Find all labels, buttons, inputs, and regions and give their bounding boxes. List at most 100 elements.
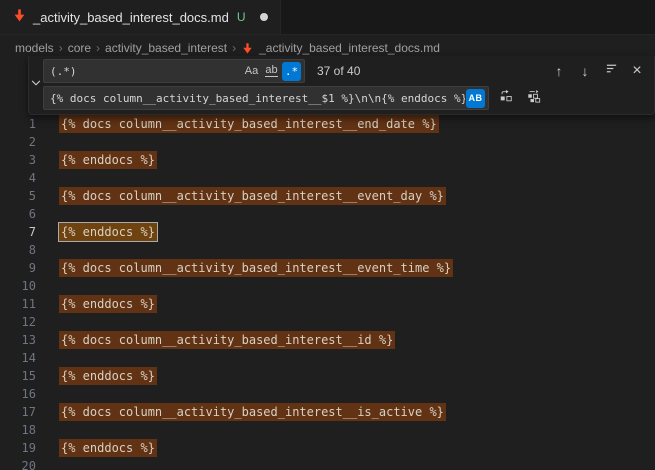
line-text[interactable]: {% docs column__activity_based_interest_…	[59, 333, 395, 347]
replace-row: {% docs column__activity_based_interest_…	[43, 86, 648, 110]
close-icon: ×	[632, 63, 641, 79]
replace-button[interactable]	[495, 87, 517, 109]
editor-line[interactable]: 16	[0, 385, 655, 403]
search-match: {% enddocs %}	[59, 439, 157, 457]
unsaved-changes-dot[interactable]	[260, 13, 268, 21]
arrow-down-icon: ↓	[582, 64, 589, 78]
line-number: 1	[0, 117, 36, 131]
editor-line[interactable]: 13 {% docs column__activity_based_interes…	[0, 331, 655, 349]
replace-value: {% docs column__activity_based_interest_…	[50, 92, 465, 105]
line-number: 16	[0, 387, 36, 401]
editor-line[interactable]: 19 {% enddocs %}	[0, 439, 655, 457]
search-match: {% enddocs %}	[59, 151, 157, 169]
line-number: 8	[0, 243, 36, 257]
line-text[interactable]: {% docs column__activity_based_interest_…	[59, 261, 453, 275]
search-match: {% docs column__activity_based_interest_…	[59, 187, 446, 205]
breadcrumb-item-core[interactable]: core	[68, 41, 91, 55]
line-number: 18	[0, 423, 36, 437]
search-match: {% docs column__activity_based_interest_…	[59, 331, 395, 349]
line-number: 3	[0, 153, 36, 167]
editor-line[interactable]: 3 {% enddocs %}	[0, 151, 655, 169]
line-number: 14	[0, 351, 36, 365]
search-match: {% enddocs %}	[59, 367, 157, 385]
find-results-count: 37 of 40	[317, 64, 360, 78]
line-text[interactable]: {% enddocs %}	[59, 153, 157, 167]
editor-tab[interactable]: _activity_based_interest_docs.md U	[0, 0, 281, 34]
dbt-file-icon	[241, 42, 254, 55]
filter-lines-icon	[605, 62, 618, 80]
line-number: 20	[0, 459, 36, 470]
editor-lines[interactable]: 1 {% docs column__activity_based_interest…	[0, 115, 655, 470]
find-input[interactable]: (.*) Aa ab .*	[43, 59, 305, 83]
line-number: 12	[0, 315, 36, 329]
breadcrumb-item-models[interactable]: models	[15, 41, 54, 55]
line-number: 2	[0, 135, 36, 149]
line-number: 11	[0, 297, 36, 311]
toggle-replace-button[interactable]	[29, 59, 43, 110]
tab-bar: _activity_based_interest_docs.md U	[0, 0, 655, 35]
line-number: 9	[0, 261, 36, 275]
regex-toggle[interactable]: .*	[282, 62, 301, 81]
editor-line[interactable]: 8	[0, 241, 655, 259]
line-number: 4	[0, 171, 36, 185]
search-match: {% docs column__activity_based_interest_…	[59, 403, 446, 421]
line-number: 7	[0, 225, 36, 239]
breadcrumb-separator-icon: ›	[96, 41, 100, 55]
line-text[interactable]: {% docs column__activity_based_interest_…	[59, 117, 439, 131]
editor-line[interactable]: 5 {% docs column__activity_based_interest…	[0, 187, 655, 205]
editor-line[interactable]: 7 {% enddocs %}	[0, 223, 655, 241]
search-match: {% docs column__activity_based_interest_…	[59, 259, 453, 277]
breadcrumb-separator-icon: ›	[232, 41, 236, 55]
editor-line[interactable]: 6	[0, 205, 655, 223]
editor-line[interactable]: 2	[0, 133, 655, 151]
editor-line[interactable]: 20	[0, 457, 655, 470]
editor-line[interactable]: 4	[0, 169, 655, 187]
search-match: {% docs column__activity_based_interest_…	[59, 115, 439, 133]
line-text[interactable]: {% enddocs %}	[59, 369, 157, 383]
find-in-selection-button[interactable]	[600, 60, 622, 82]
line-text[interactable]: {% docs column__activity_based_interest_…	[59, 405, 446, 419]
line-number: 13	[0, 333, 36, 347]
editor-line[interactable]: 9 {% docs column__activity_based_interest…	[0, 259, 655, 277]
line-text[interactable]: {% enddocs %}	[59, 297, 157, 311]
line-number: 6	[0, 207, 36, 221]
line-number: 5	[0, 189, 36, 203]
editor-line[interactable]: 17 {% docs column__activity_based_interes…	[0, 403, 655, 421]
find-row: (.*) Aa ab .* 37 of 40 ↑ ↓ ×	[43, 59, 648, 83]
editor-line[interactable]: 11 {% enddocs %}	[0, 295, 655, 313]
editor-line[interactable]: 14	[0, 349, 655, 367]
preserve-case-toggle[interactable]: AB	[466, 89, 485, 108]
line-number: 17	[0, 405, 36, 419]
find-query: (.*)	[50, 65, 241, 78]
close-find-button[interactable]: ×	[626, 60, 648, 82]
breadcrumb-item-file[interactable]: _activity_based_interest_docs.md	[259, 41, 440, 55]
search-match: {% enddocs %}	[59, 295, 157, 313]
replace-icon	[499, 89, 513, 108]
editor-line[interactable]: 18	[0, 421, 655, 439]
match-case-toggle[interactable]: Aa	[242, 62, 261, 81]
breadcrumb-item-folder[interactable]: activity_based_interest	[105, 41, 227, 55]
whole-word-toggle[interactable]: ab	[262, 62, 281, 81]
line-number: 15	[0, 369, 36, 383]
editor-line[interactable]: 15 {% enddocs %}	[0, 367, 655, 385]
line-text[interactable]: {% enddocs %}	[59, 225, 157, 239]
arrow-up-icon: ↑	[556, 64, 563, 78]
replace-input[interactable]: {% docs column__activity_based_interest_…	[43, 86, 489, 110]
editor-line[interactable]: 10	[0, 277, 655, 295]
breadcrumb-separator-icon: ›	[59, 41, 63, 55]
replace-all-icon	[527, 89, 541, 108]
line-number: 19	[0, 441, 36, 455]
current-search-match: {% enddocs %}	[59, 223, 157, 241]
git-status-badge: U	[237, 10, 246, 24]
next-match-button[interactable]: ↓	[574, 60, 596, 82]
chevron-down-icon	[30, 76, 42, 94]
line-text[interactable]: {% enddocs %}	[59, 441, 157, 455]
line-number: 10	[0, 279, 36, 293]
line-text[interactable]: {% docs column__activity_based_interest_…	[59, 189, 446, 203]
previous-match-button[interactable]: ↑	[548, 60, 570, 82]
editor-line[interactable]: 12	[0, 313, 655, 331]
editor-line[interactable]: 1 {% docs column__activity_based_interest…	[0, 115, 655, 133]
find-widget: (.*) Aa ab .* 37 of 40 ↑ ↓ × {% docs col…	[28, 56, 655, 115]
replace-all-button[interactable]	[523, 87, 545, 109]
tab-title: _activity_based_interest_docs.md	[33, 10, 229, 25]
